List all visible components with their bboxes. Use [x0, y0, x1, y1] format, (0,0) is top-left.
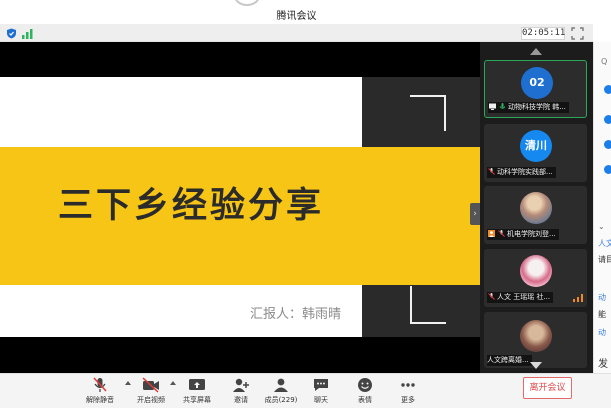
participant-tile[interactable]: 人文 王瑶瑶 社...	[484, 249, 587, 307]
emoji-icon	[358, 378, 372, 392]
chat-sender: 人文	[598, 239, 611, 248]
chat-sender: 动	[598, 293, 606, 302]
chat-message: 请目	[598, 255, 611, 264]
more-dots-icon	[401, 383, 415, 387]
slide-presenter: 汇报人：韩雨晴	[250, 307, 342, 322]
microphone-icon	[499, 103, 506, 109]
member-avatar-icon	[604, 115, 611, 124]
member-avatar-icon	[604, 85, 611, 94]
screen-share-icon	[489, 103, 496, 110]
window-title: 腾讯会议	[276, 11, 317, 22]
chat-button[interactable]: 聊天	[296, 375, 346, 406]
unmute-button[interactable]: 解除静音	[75, 375, 125, 406]
meeting-timer: 02:05:11	[521, 27, 566, 40]
fullscreen-icon[interactable]	[571, 27, 584, 40]
leave-meeting-button[interactable]: 离开会议	[523, 377, 572, 399]
send-button[interactable]: 发	[598, 355, 608, 370]
participant-name: 人文 王瑶瑶 社...	[487, 292, 554, 303]
participant-name: 动物科技学院 韩...	[488, 102, 569, 113]
slide-background	[0, 77, 362, 147]
add-user-icon	[233, 378, 249, 392]
member-avatar-icon	[604, 140, 611, 149]
participant-name: 人文跨离婚...	[487, 355, 532, 366]
participant-tile[interactable]: 机电学院刘登...	[484, 186, 587, 244]
participant-name: 机电学院刘登...	[487, 229, 559, 240]
start-video-button[interactable]: 开启视频	[126, 375, 176, 406]
microphone-muted-icon	[488, 168, 495, 175]
participant-tile[interactable]: 人文跨离婚...	[484, 312, 587, 368]
participant-name: 动科学院实践部...	[487, 167, 556, 178]
microphone-muted-icon	[93, 377, 107, 392]
slide-title: 三下乡经验分享	[58, 186, 325, 226]
search-icon[interactable]: Q	[601, 57, 607, 66]
video-off-icon	[142, 377, 159, 393]
audio-level-icon	[573, 294, 583, 302]
status-bar	[0, 24, 593, 42]
scroll-down-icon[interactable]	[530, 362, 542, 369]
avatar	[520, 192, 552, 224]
more-button[interactable]: 更多	[383, 375, 433, 406]
share-screen-button[interactable]: 共享屏幕	[172, 375, 222, 406]
avatar: 02	[521, 67, 553, 99]
scroll-up-icon[interactable]	[530, 48, 542, 55]
microphone-muted-icon	[498, 230, 505, 237]
slide-decoration	[410, 286, 446, 324]
slide-decoration	[410, 95, 446, 131]
chevron-down-icon[interactable]: ⌄	[598, 222, 605, 231]
chat-icon	[314, 379, 328, 391]
avatar	[520, 320, 552, 352]
security-shield-icon[interactable]	[6, 28, 17, 39]
user-icon	[488, 230, 495, 237]
network-signal-icon[interactable]	[22, 28, 34, 39]
avatar: 清川	[520, 130, 552, 162]
member-avatar-icon	[604, 165, 611, 174]
participant-tile[interactable]: 清川 动科学院实践部...	[484, 124, 587, 182]
collapse-panel-chevron-icon[interactable]: ›	[470, 203, 480, 225]
share-screen-icon	[189, 379, 205, 390]
chat-message: 能	[598, 310, 606, 319]
avatar	[520, 255, 552, 287]
members-icon	[274, 378, 288, 392]
microphone-muted-icon	[488, 293, 495, 300]
participant-tile[interactable]: 02 动物科技学院 韩...	[484, 60, 587, 118]
chat-sender: 动	[598, 328, 606, 337]
